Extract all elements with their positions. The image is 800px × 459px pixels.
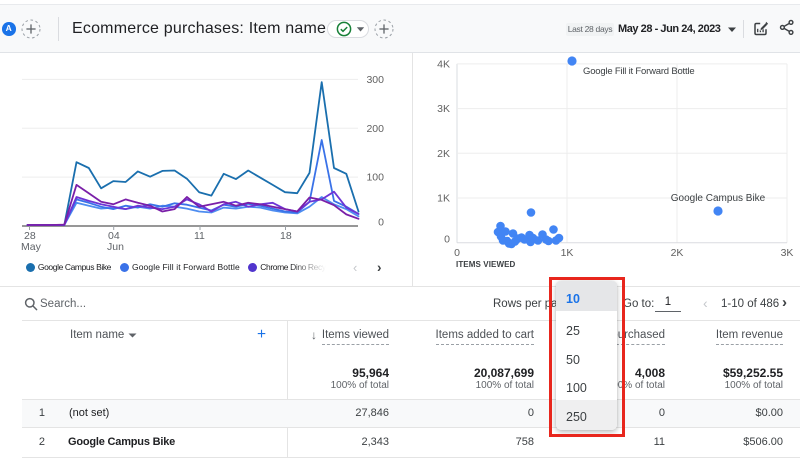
svg-text:1K: 1K <box>437 193 450 205</box>
svg-text:Jun: Jun <box>107 241 124 253</box>
svg-text:1K: 1K <box>561 247 574 259</box>
svg-text:2K: 2K <box>671 247 684 259</box>
svg-text:18: 18 <box>280 230 292 242</box>
svg-text:4K: 4K <box>437 58 450 70</box>
svg-text:300: 300 <box>366 74 384 86</box>
svg-text:11: 11 <box>194 230 205 242</box>
svg-text:Google Campus Bike: Google Campus Bike <box>671 193 766 204</box>
svg-text:0: 0 <box>444 233 450 245</box>
svg-text:0: 0 <box>378 217 384 229</box>
svg-text:200: 200 <box>366 123 384 135</box>
svg-text:3K: 3K <box>781 247 794 259</box>
svg-text:May: May <box>21 241 42 253</box>
svg-text:0: 0 <box>454 247 460 259</box>
svg-text:3K: 3K <box>437 103 450 115</box>
svg-text:Google Fill it Forward Bottle: Google Fill it Forward Bottle <box>583 66 694 77</box>
svg-text:2K: 2K <box>437 148 450 160</box>
svg-text:100: 100 <box>366 172 384 184</box>
svg-text:ITEMS VIEWED: ITEMS VIEWED <box>456 260 516 269</box>
